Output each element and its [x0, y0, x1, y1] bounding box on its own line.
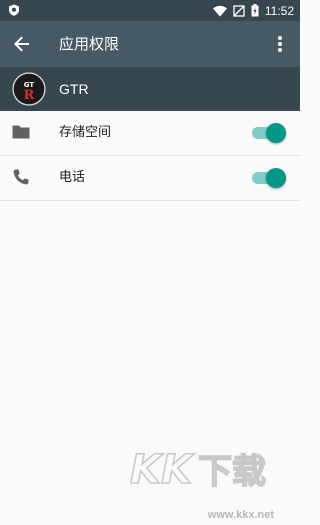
arrow-back-icon[interactable]: [10, 32, 34, 56]
watermark-url: www.kkx.net: [207, 509, 274, 521]
gtr-logo-icon: GT R: [12, 72, 46, 106]
wifi-icon: [212, 5, 227, 16]
phone-icon: [13, 169, 29, 185]
toggle-thumb: [266, 168, 286, 188]
toggle-thumb: [266, 123, 286, 143]
more-vert-icon[interactable]: [268, 32, 292, 56]
permission-row-storage[interactable]: 存储空间: [0, 111, 300, 156]
svg-text:R: R: [24, 88, 35, 103]
page-title: 应用权限: [59, 35, 120, 53]
app-bar: 应用权限: [0, 21, 300, 67]
kk-download-logo-icon: KK 下载: [129, 446, 267, 494]
svg-text:KK: KK: [130, 447, 195, 493]
no-sim-icon: [233, 4, 245, 17]
app-name: GTR: [59, 81, 89, 97]
status-icons: 11:52: [212, 0, 294, 21]
status-bar: 11:52: [0, 0, 300, 21]
app-logo: GT R: [12, 72, 46, 106]
battery-icon: [251, 4, 259, 17]
permission-label: 存储空间: [59, 125, 112, 140]
phone-toggle[interactable]: [252, 167, 286, 189]
watermark-logo: KK 下载: [126, 443, 276, 507]
status-time: 11:52: [264, 3, 294, 18]
svg-text:下载: 下载: [198, 452, 266, 492]
folder-icon: [12, 125, 30, 139]
app-header: GT R GTR: [0, 67, 300, 111]
shield-icon: [9, 4, 19, 16]
permission-row-phone[interactable]: 电话: [0, 156, 300, 201]
permission-label: 电话: [59, 170, 86, 185]
storage-toggle[interactable]: [252, 122, 286, 144]
